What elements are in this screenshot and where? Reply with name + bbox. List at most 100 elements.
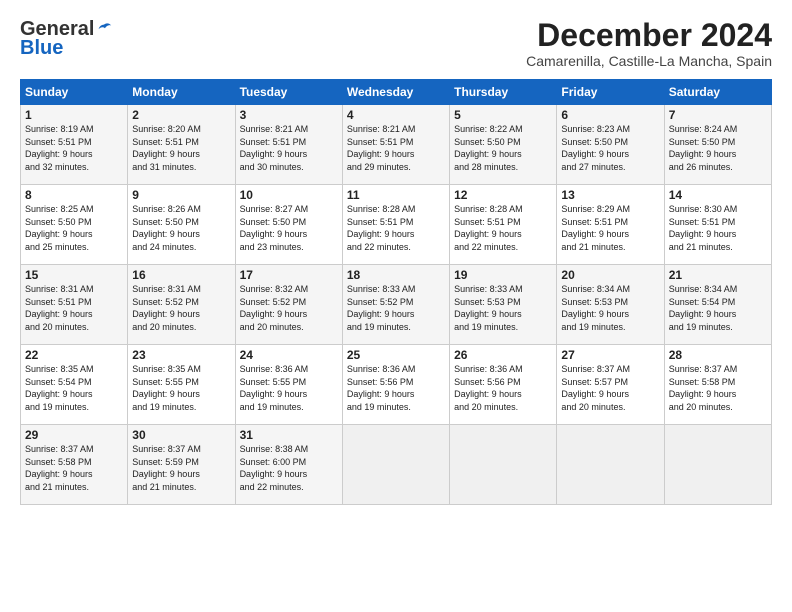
day-number: 31 [240, 428, 338, 442]
day-info: Sunrise: 8:31 AMSunset: 5:52 PMDaylight:… [132, 283, 230, 333]
day-number: 7 [669, 108, 767, 122]
calendar-week-row: 22Sunrise: 8:35 AMSunset: 5:54 PMDayligh… [21, 345, 772, 425]
day-number: 28 [669, 348, 767, 362]
calendar-cell: 3Sunrise: 8:21 AMSunset: 5:51 PMDaylight… [235, 105, 342, 185]
day-number: 29 [25, 428, 123, 442]
day-number: 24 [240, 348, 338, 362]
calendar-cell: 7Sunrise: 8:24 AMSunset: 5:50 PMDaylight… [664, 105, 771, 185]
day-info: Sunrise: 8:29 AMSunset: 5:51 PMDaylight:… [561, 203, 659, 253]
day-info: Sunrise: 8:30 AMSunset: 5:51 PMDaylight:… [669, 203, 767, 253]
calendar-cell: 18Sunrise: 8:33 AMSunset: 5:52 PMDayligh… [342, 265, 449, 345]
calendar-cell: 2Sunrise: 8:20 AMSunset: 5:51 PMDaylight… [128, 105, 235, 185]
day-info: Sunrise: 8:28 AMSunset: 5:51 PMDaylight:… [454, 203, 552, 253]
day-number: 21 [669, 268, 767, 282]
calendar-cell: 8Sunrise: 8:25 AMSunset: 5:50 PMDaylight… [21, 185, 128, 265]
calendar-cell: 23Sunrise: 8:35 AMSunset: 5:55 PMDayligh… [128, 345, 235, 425]
day-info: Sunrise: 8:34 AMSunset: 5:53 PMDaylight:… [561, 283, 659, 333]
day-info: Sunrise: 8:23 AMSunset: 5:50 PMDaylight:… [561, 123, 659, 173]
calendar-cell: 6Sunrise: 8:23 AMSunset: 5:50 PMDaylight… [557, 105, 664, 185]
day-number: 17 [240, 268, 338, 282]
day-number: 19 [454, 268, 552, 282]
calendar-cell: 30Sunrise: 8:37 AMSunset: 5:59 PMDayligh… [128, 425, 235, 505]
day-number: 1 [25, 108, 123, 122]
day-info: Sunrise: 8:36 AMSunset: 5:56 PMDaylight:… [454, 363, 552, 413]
day-number: 30 [132, 428, 230, 442]
day-info: Sunrise: 8:31 AMSunset: 5:51 PMDaylight:… [25, 283, 123, 333]
day-info: Sunrise: 8:25 AMSunset: 5:50 PMDaylight:… [25, 203, 123, 253]
calendar-cell: 26Sunrise: 8:36 AMSunset: 5:56 PMDayligh… [450, 345, 557, 425]
calendar-cell: 28Sunrise: 8:37 AMSunset: 5:58 PMDayligh… [664, 345, 771, 425]
calendar-cell: 12Sunrise: 8:28 AMSunset: 5:51 PMDayligh… [450, 185, 557, 265]
day-number: 11 [347, 188, 445, 202]
day-info: Sunrise: 8:37 AMSunset: 5:59 PMDaylight:… [132, 443, 230, 493]
day-number: 8 [25, 188, 123, 202]
day-info: Sunrise: 8:36 AMSunset: 5:55 PMDaylight:… [240, 363, 338, 413]
calendar-week-row: 8Sunrise: 8:25 AMSunset: 5:50 PMDaylight… [21, 185, 772, 265]
calendar-cell: 25Sunrise: 8:36 AMSunset: 5:56 PMDayligh… [342, 345, 449, 425]
day-info: Sunrise: 8:38 AMSunset: 6:00 PMDaylight:… [240, 443, 338, 493]
calendar-week-row: 1Sunrise: 8:19 AMSunset: 5:51 PMDaylight… [21, 105, 772, 185]
calendar-cell: 5Sunrise: 8:22 AMSunset: 5:50 PMDaylight… [450, 105, 557, 185]
calendar-cell: 21Sunrise: 8:34 AMSunset: 5:54 PMDayligh… [664, 265, 771, 345]
title-area: December 2024 Camarenilla, Castille-La M… [526, 18, 772, 69]
day-number: 15 [25, 268, 123, 282]
logo: General Blue [20, 18, 114, 60]
day-number: 6 [561, 108, 659, 122]
day-info: Sunrise: 8:34 AMSunset: 5:54 PMDaylight:… [669, 283, 767, 333]
calendar-cell: 20Sunrise: 8:34 AMSunset: 5:53 PMDayligh… [557, 265, 664, 345]
day-info: Sunrise: 8:36 AMSunset: 5:56 PMDaylight:… [347, 363, 445, 413]
day-number: 13 [561, 188, 659, 202]
calendar-cell: 10Sunrise: 8:27 AMSunset: 5:50 PMDayligh… [235, 185, 342, 265]
calendar-cell: 19Sunrise: 8:33 AMSunset: 5:53 PMDayligh… [450, 265, 557, 345]
day-info: Sunrise: 8:21 AMSunset: 5:51 PMDaylight:… [240, 123, 338, 173]
day-info: Sunrise: 8:26 AMSunset: 5:50 PMDaylight:… [132, 203, 230, 253]
location-subtitle: Camarenilla, Castille-La Mancha, Spain [526, 53, 772, 69]
day-number: 10 [240, 188, 338, 202]
calendar-cell [664, 425, 771, 505]
calendar-header-row: Sunday Monday Tuesday Wednesday Thursday… [21, 80, 772, 105]
day-info: Sunrise: 8:37 AMSunset: 5:58 PMDaylight:… [25, 443, 123, 493]
month-title: December 2024 [526, 18, 772, 53]
day-info: Sunrise: 8:28 AMSunset: 5:51 PMDaylight:… [347, 203, 445, 253]
day-info: Sunrise: 8:33 AMSunset: 5:53 PMDaylight:… [454, 283, 552, 333]
day-number: 16 [132, 268, 230, 282]
day-number: 2 [132, 108, 230, 122]
day-number: 25 [347, 348, 445, 362]
calendar-cell: 16Sunrise: 8:31 AMSunset: 5:52 PMDayligh… [128, 265, 235, 345]
day-number: 9 [132, 188, 230, 202]
page-header: General Blue December 2024 Camarenilla, … [20, 18, 772, 69]
day-info: Sunrise: 8:37 AMSunset: 5:58 PMDaylight:… [669, 363, 767, 413]
calendar-cell: 22Sunrise: 8:35 AMSunset: 5:54 PMDayligh… [21, 345, 128, 425]
day-info: Sunrise: 8:19 AMSunset: 5:51 PMDaylight:… [25, 123, 123, 173]
col-wednesday: Wednesday [342, 80, 449, 105]
day-number: 14 [669, 188, 767, 202]
calendar-cell: 31Sunrise: 8:38 AMSunset: 6:00 PMDayligh… [235, 425, 342, 505]
calendar-cell: 1Sunrise: 8:19 AMSunset: 5:51 PMDaylight… [21, 105, 128, 185]
day-info: Sunrise: 8:35 AMSunset: 5:54 PMDaylight:… [25, 363, 123, 413]
day-info: Sunrise: 8:37 AMSunset: 5:57 PMDaylight:… [561, 363, 659, 413]
calendar-cell [557, 425, 664, 505]
day-number: 20 [561, 268, 659, 282]
calendar-cell: 13Sunrise: 8:29 AMSunset: 5:51 PMDayligh… [557, 185, 664, 265]
col-thursday: Thursday [450, 80, 557, 105]
calendar-cell: 9Sunrise: 8:26 AMSunset: 5:50 PMDaylight… [128, 185, 235, 265]
day-info: Sunrise: 8:22 AMSunset: 5:50 PMDaylight:… [454, 123, 552, 173]
day-info: Sunrise: 8:33 AMSunset: 5:52 PMDaylight:… [347, 283, 445, 333]
day-info: Sunrise: 8:27 AMSunset: 5:50 PMDaylight:… [240, 203, 338, 253]
day-number: 22 [25, 348, 123, 362]
calendar-week-row: 29Sunrise: 8:37 AMSunset: 5:58 PMDayligh… [21, 425, 772, 505]
col-sunday: Sunday [21, 80, 128, 105]
logo-blue: Blue [20, 37, 63, 60]
logo-bird-icon [95, 21, 113, 39]
calendar-cell: 14Sunrise: 8:30 AMSunset: 5:51 PMDayligh… [664, 185, 771, 265]
day-number: 23 [132, 348, 230, 362]
calendar-table: Sunday Monday Tuesday Wednesday Thursday… [20, 79, 772, 505]
calendar-page: General Blue December 2024 Camarenilla, … [0, 0, 792, 612]
calendar-cell: 4Sunrise: 8:21 AMSunset: 5:51 PMDaylight… [342, 105, 449, 185]
day-number: 3 [240, 108, 338, 122]
calendar-cell: 24Sunrise: 8:36 AMSunset: 5:55 PMDayligh… [235, 345, 342, 425]
calendar-cell: 15Sunrise: 8:31 AMSunset: 5:51 PMDayligh… [21, 265, 128, 345]
day-info: Sunrise: 8:24 AMSunset: 5:50 PMDaylight:… [669, 123, 767, 173]
calendar-cell: 29Sunrise: 8:37 AMSunset: 5:58 PMDayligh… [21, 425, 128, 505]
calendar-cell: 17Sunrise: 8:32 AMSunset: 5:52 PMDayligh… [235, 265, 342, 345]
